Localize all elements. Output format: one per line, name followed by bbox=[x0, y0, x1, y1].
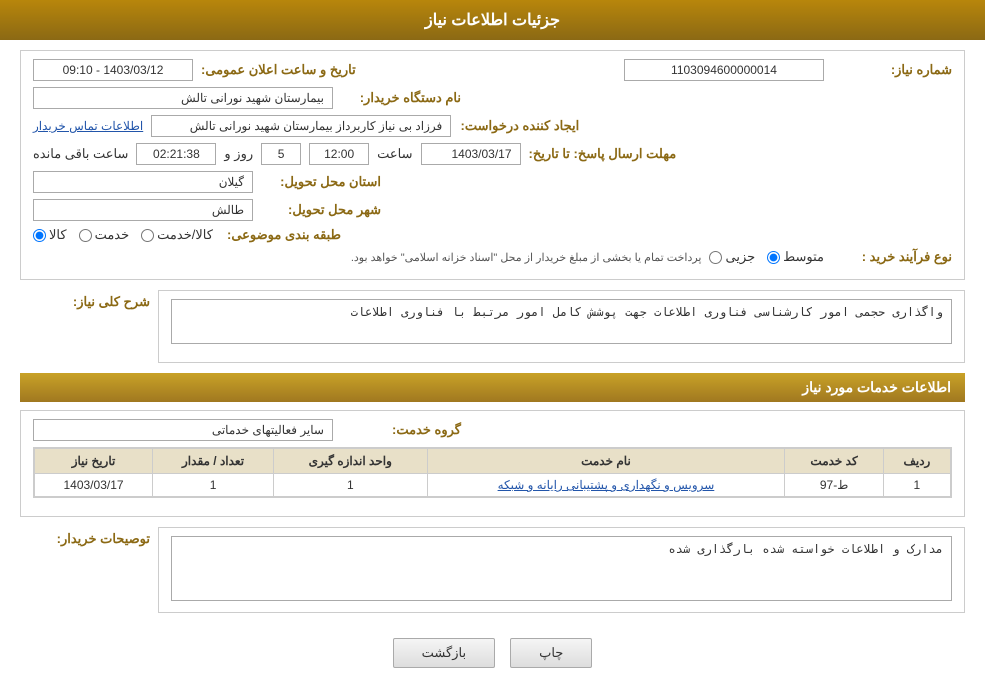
service-group-value: سایر فعالیتهای خدماتی bbox=[33, 419, 333, 441]
need-number-row: شماره نیاز: 1103094600000014 تاریخ و ساع… bbox=[33, 59, 952, 81]
col-code: کد خدمت bbox=[785, 449, 883, 474]
services-table: ردیف کد خدمت نام خدمت واحد اندازه گیری ت… bbox=[34, 448, 951, 497]
buyer-org-value: بیمارستان شهید نورانی تالش bbox=[33, 87, 333, 109]
city-label: شهر محل تحویل: bbox=[261, 202, 381, 218]
response-remaining-label: ساعت باقی مانده bbox=[33, 146, 128, 162]
purchase-type-label: نوع فرآیند خرید : bbox=[832, 249, 952, 265]
response-deadline-row: مهلت ارسال پاسخ: تا تاریخ: 1403/03/17 سا… bbox=[33, 143, 952, 165]
province-label: استان محل تحویل: bbox=[261, 174, 381, 190]
cell-name[interactable]: سرویس و نگهداری و پشتیبانی رایانه و شبکه bbox=[427, 474, 785, 497]
buyer-description-label: توصیحات خریدار: bbox=[57, 531, 150, 546]
response-date: 1403/03/17 bbox=[421, 143, 521, 165]
col-qty: تعداد / مقدار bbox=[153, 449, 274, 474]
date-value: 1403/03/12 - 09:10 bbox=[33, 59, 193, 81]
creator-value: فرزاد بی نیاز کاربرداز بیمارستان شهید نو… bbox=[151, 115, 451, 137]
buyer-description-textarea[interactable]: مدارک و اطلاعات خواسته شده بارگذاری شده bbox=[171, 536, 952, 601]
main-form-section: شماره نیاز: 1103094600000014 تاریخ و ساع… bbox=[20, 50, 965, 280]
purchase-type-jozi[interactable]: جزیی bbox=[709, 249, 755, 265]
category-label: طبقه بندی موضوعی: bbox=[221, 227, 341, 243]
page-header: جزئیات اطلاعات نیاز bbox=[0, 0, 985, 40]
need-number-value: 1103094600000014 bbox=[624, 59, 824, 81]
buttons-row: چاپ بازگشت bbox=[20, 623, 965, 678]
purchase-type-notice: پرداخت تمام یا بخشی از مبلغ خریدار از مح… bbox=[33, 251, 701, 264]
response-time-label: ساعت bbox=[377, 146, 412, 162]
page-title: جزئیات اطلاعات نیاز bbox=[425, 12, 560, 29]
service-group-row: گروه خدمت: سایر فعالیتهای خدماتی bbox=[33, 419, 952, 441]
need-description-row: واگذاری حجمی امور کارشناسی فناوری اطلاعا… bbox=[20, 290, 965, 363]
services-table-container: ردیف کد خدمت نام خدمت واحد اندازه گیری ت… bbox=[33, 447, 952, 498]
service-group-label: گروه خدمت: bbox=[341, 422, 461, 438]
category-row: طبقه بندی موضوعی: کالا/خدمت خدمت کالا bbox=[33, 227, 952, 243]
purchase-type-row: نوع فرآیند خرید : متوسط جزیی پرداخت تمام… bbox=[33, 249, 952, 265]
purchase-type-motavaset[interactable]: متوسط bbox=[767, 249, 824, 265]
response-time: 12:00 bbox=[309, 143, 369, 165]
col-date: تاریخ نیاز bbox=[35, 449, 153, 474]
category-khedmat[interactable]: خدمت bbox=[79, 227, 130, 243]
table-row: 1 ط-97 سرویس و نگهداری و پشتیبانی رایانه… bbox=[35, 474, 951, 497]
category-kala[interactable]: کالا bbox=[33, 227, 67, 243]
date-label: تاریخ و ساعت اعلان عمومی: bbox=[201, 62, 356, 78]
need-number-label: شماره نیاز: bbox=[832, 62, 952, 78]
need-description-label-wrapper: شرح کلی نیاز: bbox=[20, 290, 150, 310]
creator-label: ایجاد کننده درخواست: bbox=[459, 118, 579, 134]
services-section: گروه خدمت: سایر فعالیتهای خدماتی ردیف کد… bbox=[20, 410, 965, 517]
buyer-org-row: نام دستگاه خریدار: بیمارستان شهید نورانی… bbox=[33, 87, 952, 109]
print-button[interactable]: چاپ bbox=[510, 638, 592, 668]
purchase-type-radio-group: متوسط جزیی bbox=[709, 249, 824, 265]
category-kala-khedmat-label: کالا/خدمت bbox=[157, 227, 213, 243]
buyer-description-section: مدارک و اطلاعات خواسته شده بارگذاری شده bbox=[158, 527, 965, 613]
back-button[interactable]: بازگشت bbox=[393, 638, 495, 668]
category-khedmat-label: خدمت bbox=[95, 227, 130, 243]
buyer-description-label-wrapper: توصیحات خریدار: bbox=[20, 527, 150, 547]
response-remaining: 02:21:38 bbox=[136, 143, 216, 165]
need-description-section: واگذاری حجمی امور کارشناسی فناوری اطلاعا… bbox=[158, 290, 965, 363]
col-name: نام خدمت bbox=[427, 449, 785, 474]
table-header-row: ردیف کد خدمت نام خدمت واحد اندازه گیری ت… bbox=[35, 449, 951, 474]
response-days-label: روز و bbox=[224, 146, 253, 162]
need-description-label: شرح کلی نیاز: bbox=[73, 294, 150, 309]
need-description-textarea[interactable]: واگذاری حجمی امور کارشناسی فناوری اطلاعا… bbox=[171, 299, 952, 344]
buyer-org-label: نام دستگاه خریدار: bbox=[341, 90, 461, 106]
province-row: استان محل تحویل: گیلان bbox=[33, 171, 952, 193]
category-kala-label: کالا bbox=[49, 227, 67, 243]
cell-qty: 1 bbox=[153, 474, 274, 497]
buyer-description-row: مدارک و اطلاعات خواسته شده بارگذاری شده … bbox=[20, 527, 965, 613]
province-value: گیلان bbox=[33, 171, 253, 193]
contact-link[interactable]: اطلاعات تماس خریدار bbox=[33, 119, 143, 133]
response-deadline-label: مهلت ارسال پاسخ: تا تاریخ: bbox=[529, 146, 677, 162]
creator-row: ایجاد کننده درخواست: فرزاد بی نیاز کاربر… bbox=[33, 115, 952, 137]
col-rownum: ردیف bbox=[883, 449, 950, 474]
response-days: 5 bbox=[261, 143, 301, 165]
purchase-type-jozi-label: جزیی bbox=[725, 249, 755, 265]
purchase-type-motavaset-label: متوسط bbox=[783, 249, 824, 265]
cell-code: ط-97 bbox=[785, 474, 883, 497]
city-value: طالش bbox=[33, 199, 253, 221]
category-radio-group: کالا/خدمت خدمت کالا bbox=[33, 227, 213, 243]
cell-unit: 1 bbox=[274, 474, 427, 497]
services-section-title: اطلاعات خدمات مورد نیاز bbox=[20, 373, 965, 402]
city-row: شهر محل تحویل: طالش bbox=[33, 199, 952, 221]
cell-date: 1403/03/17 bbox=[35, 474, 153, 497]
cell-rownum: 1 bbox=[883, 474, 950, 497]
category-kala-khedmat[interactable]: کالا/خدمت bbox=[141, 227, 213, 243]
need-description-inner: واگذاری حجمی امور کارشناسی فناوری اطلاعا… bbox=[171, 299, 952, 344]
col-unit: واحد اندازه گیری bbox=[274, 449, 427, 474]
